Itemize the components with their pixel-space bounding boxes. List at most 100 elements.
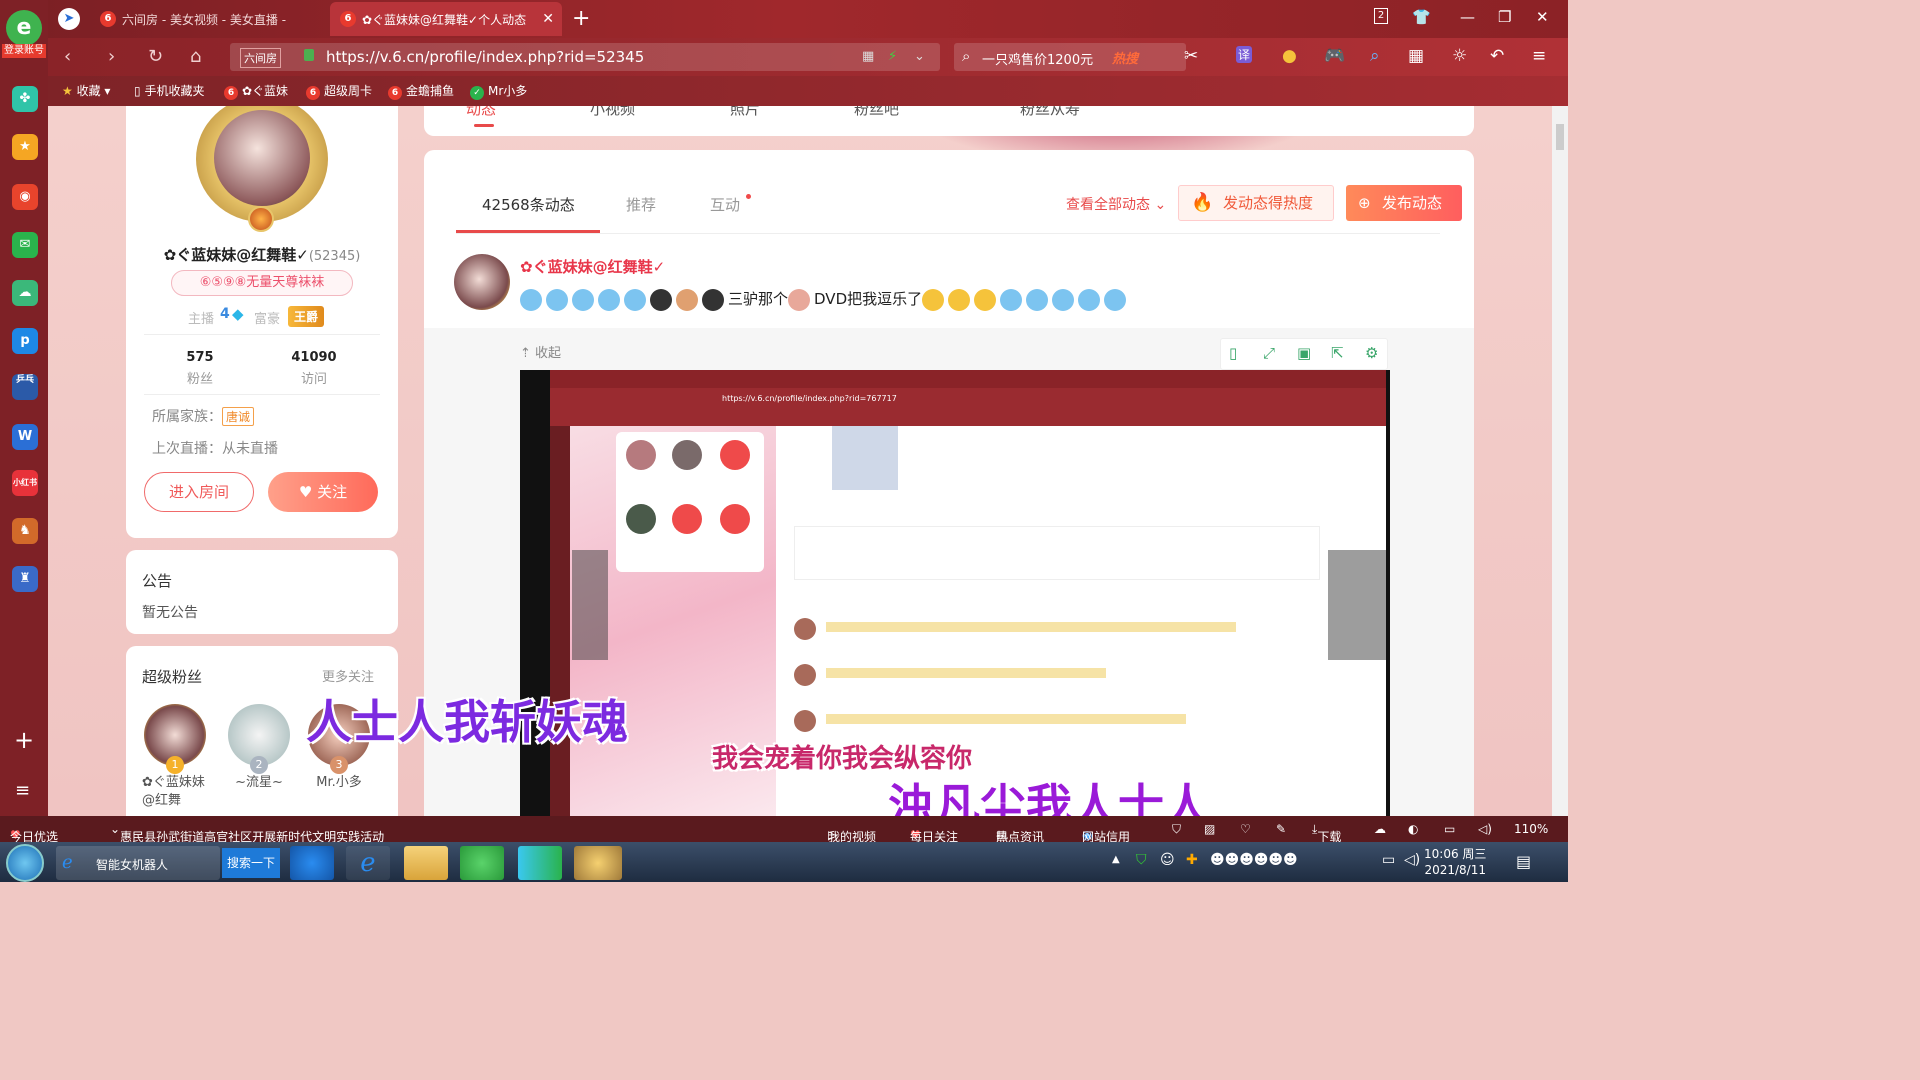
download-button[interactable]: ⤓ 下载 — [1312, 822, 1341, 844]
url-text[interactable]: https://v.6.cn/profile/index.php?rid=523… — [326, 48, 644, 66]
taskbar-search-button[interactable]: 搜索一下 — [222, 848, 280, 878]
original-size-icon[interactable]: ▯ — [1229, 344, 1237, 362]
nav-photos[interactable]: 照片 — [730, 106, 760, 119]
login-account-button[interactable]: 登录账号 — [2, 44, 46, 58]
pingpong-app-icon[interactable]: 乒乓 — [12, 374, 38, 400]
home-icon[interactable]: ⌂ — [190, 46, 201, 67]
zoom-level[interactable]: 110% — [1514, 822, 1548, 836]
search-query[interactable]: 一只鸡售价1200元 — [982, 49, 1093, 68]
grid-apps-icon[interactable]: ▦ — [1408, 46, 1424, 66]
page-scrollbar[interactable] — [1552, 106, 1568, 816]
search-box[interactable]: ⌕ 一只鸡售价1200元 热搜 — [954, 43, 1186, 71]
address-bar[interactable]: 六间房 https://v.6.cn/profile/index.php?rid… — [230, 43, 940, 71]
tab-liujianfang[interactable]: 6 六间房 - 美女视频 - 美女直播 - — [100, 2, 322, 36]
network-icon[interactable]: ▭ — [1382, 852, 1395, 868]
folder-icon[interactable] — [404, 846, 448, 880]
word-doc-icon[interactable]: W — [12, 424, 38, 450]
refresh-icon[interactable]: ↻ — [148, 46, 163, 67]
fullscreen-icon[interactable]: ⤢ — [1263, 344, 1275, 362]
game-app-icon[interactable]: ♞ — [12, 518, 38, 544]
restore-button[interactable]: ❐ — [1498, 8, 1511, 26]
more-follows-link[interactable]: 更多关注 — [322, 666, 374, 685]
news-ticker[interactable]: ⌄ 惠民县孙武街道高官社区开展新时代文明实践活动 — [110, 822, 384, 844]
cloud-icon[interactable]: ☁ — [12, 280, 38, 306]
tab-all-posts[interactable]: 42568条动态 — [482, 194, 575, 215]
browser-logo-icon[interactable]: e — [6, 10, 42, 46]
speaker-icon[interactable]: ◁) — [1404, 852, 1420, 868]
scrollbar-thumb[interactable] — [1556, 124, 1564, 150]
follow-button[interactable]: ♥ 关注 — [268, 472, 378, 512]
game-app-icon-2[interactable]: ♜ — [12, 566, 38, 592]
shield-status-icon[interactable]: ⛉ — [1172, 822, 1181, 837]
coin-icon[interactable]: ● — [1282, 46, 1297, 66]
avatar[interactable] — [214, 110, 310, 206]
fan-item[interactable]: 1 ✿ぐ蓝妹妹@红舞 — [142, 704, 208, 810]
brightness-icon[interactable]: ☼ — [1452, 46, 1467, 66]
bookmark-fishing[interactable]: 6 金蟾捕鱼 — [388, 82, 454, 100]
tray-expand-icon[interactable]: ▲ — [1112, 854, 1120, 865]
p-app-icon[interactable]: p — [12, 328, 38, 354]
tray-plus-icon[interactable]: ✚ — [1186, 852, 1198, 868]
notification-center-icon[interactable]: ▤ — [1516, 852, 1531, 871]
bookmark-mobile[interactable]: ▯ 手机收藏夹 — [134, 82, 204, 99]
minimize-button[interactable]: — — [1460, 8, 1475, 26]
game-taskbar-icon[interactable] — [574, 846, 622, 880]
undo-icon[interactable]: ↶ — [1490, 46, 1504, 66]
translate-icon[interactable]: 译 — [1236, 46, 1253, 63]
see-all-posts-link[interactable]: 查看全部动态 ⌄ — [1066, 194, 1166, 214]
tab-interact[interactable]: 互动 — [710, 194, 740, 215]
video-next-arrow[interactable] — [1328, 550, 1386, 660]
chevron-down-icon[interactable]: ⌄ — [914, 49, 925, 64]
shirt-skin-icon[interactable]: 👕 — [1412, 8, 1431, 26]
taskbar-search-app[interactable]: ℯ 智能女机器人 — [56, 846, 220, 880]
new-tab-button[interactable]: + — [572, 6, 590, 31]
ie-browser-icon[interactable]: ℯ — [346, 846, 390, 880]
bookmark-mr-xiaoduo[interactable]: ✓ Mr小多 — [470, 82, 527, 100]
tray-shield-icon[interactable]: ⛉ — [1136, 852, 1147, 868]
video-prev-arrow[interactable] — [572, 550, 608, 660]
tray-person-icon[interactable]: ☺ — [1160, 852, 1175, 868]
navigate-icon[interactable]: ➤ — [58, 8, 80, 30]
share-icon[interactable]: ⇱ — [1331, 344, 1344, 362]
tab-recommend[interactable]: 推荐 — [626, 194, 656, 215]
mail-icon[interactable]: ✉ — [12, 232, 38, 258]
weibo-icon[interactable]: ◉ — [12, 184, 38, 210]
bookmark-profile[interactable]: 6 ✿ぐ蓝妹 — [224, 82, 288, 100]
tab-profile[interactable]: 6 ✿ぐ蓝妹妹@红舞鞋✓个人动态 ✕ — [330, 2, 562, 36]
fan-item[interactable]: 2 ~流星~ — [226, 704, 292, 792]
main-menu-icon[interactable]: ≡ — [1532, 46, 1546, 66]
cloud-sync-icon[interactable]: ☁ — [1374, 822, 1386, 836]
enter-room-button[interactable]: 进入房间 — [144, 472, 254, 512]
theme-icon[interactable]: ◐ — [1408, 822, 1418, 836]
bookmark-favorites[interactable]: ★ 收藏 ▾ — [62, 82, 110, 99]
close-window-button[interactable]: ✕ — [1536, 8, 1549, 26]
translate-app-icon[interactable]: ✤ — [12, 86, 38, 112]
health-icon[interactable]: ♡ — [1240, 822, 1251, 836]
forward-icon[interactable]: › — [108, 46, 115, 67]
back-icon[interactable]: ‹ — [64, 46, 71, 67]
image-icon[interactable]: ▨ — [1204, 822, 1215, 836]
close-tab-icon[interactable]: ✕ — [542, 11, 554, 27]
favorites-star-icon[interactable]: ★ — [12, 134, 38, 160]
tray-qq-icon[interactable]: ☻☻☻☻☻☻ — [1210, 852, 1298, 868]
nav-dynamic[interactable]: 动态 — [466, 106, 496, 119]
gamepad-icon[interactable]: 🎮 — [1324, 46, 1345, 66]
publish-post-button[interactable]: ⊕ 发布动态 — [1346, 185, 1462, 221]
volume-icon[interactable]: ◁) — [1478, 822, 1492, 836]
k-app-icon[interactable] — [290, 846, 334, 880]
tab-count-icon[interactable]: 2 — [1374, 8, 1388, 24]
sidebar-menu-icon[interactable]: ≡ — [15, 780, 30, 801]
nav-short-video[interactable]: 小视频 — [590, 106, 635, 119]
start-button[interactable] — [6, 844, 44, 882]
save-icon[interactable]: ▣ — [1297, 344, 1311, 362]
nav-fan-birthday[interactable]: 粉丝从寿 — [1020, 106, 1080, 119]
collapse-button[interactable]: ⇡ 收起 — [520, 342, 561, 361]
scissors-icon[interactable]: ✂ — [1184, 46, 1198, 66]
window-icon[interactable]: ▭ — [1444, 822, 1455, 836]
post-author-name[interactable]: ✿ぐ蓝妹妹@红舞鞋✓ — [520, 256, 665, 277]
qr-code-icon[interactable]: ▦ — [862, 49, 874, 64]
post-author-avatar[interactable] — [454, 254, 510, 310]
media-player-icon[interactable] — [518, 846, 562, 880]
bolt-icon[interactable]: ⚡ — [888, 49, 897, 64]
magnifier-icon[interactable]: ⌕ — [1370, 46, 1380, 66]
